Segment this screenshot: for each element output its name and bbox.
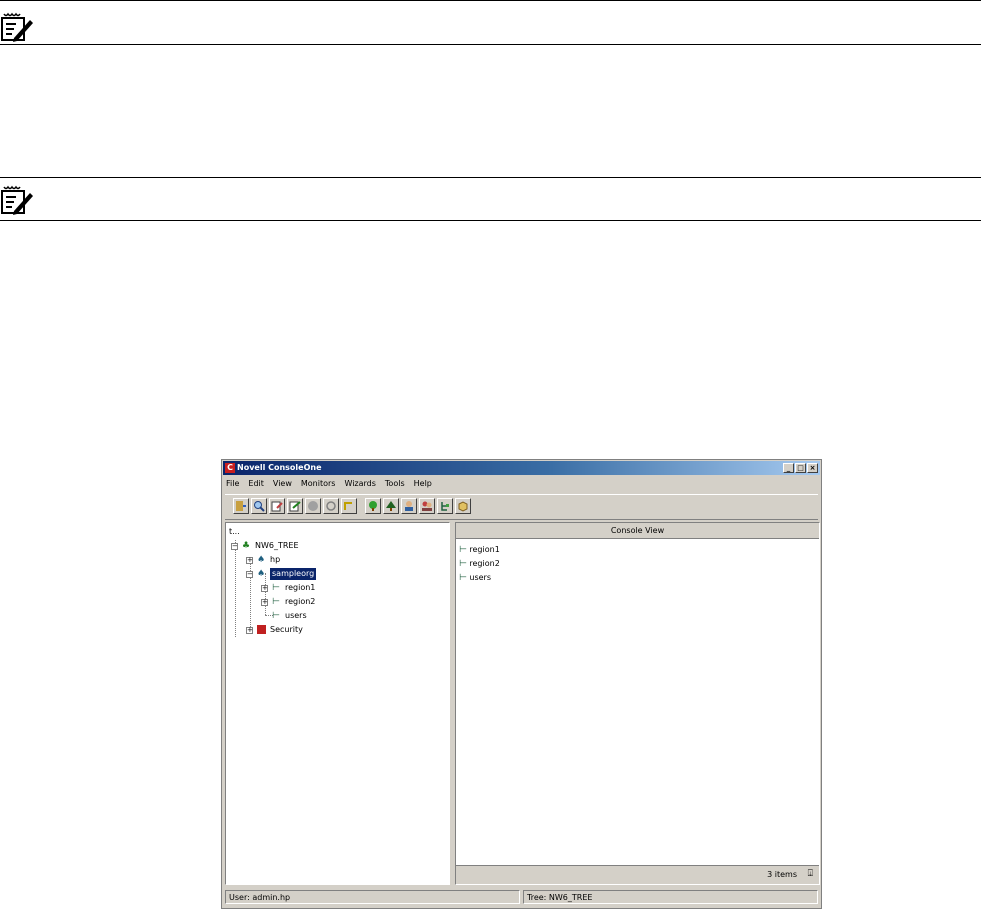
edit-button[interactable] <box>287 498 303 514</box>
ou-icon: ⊢ <box>272 597 280 607</box>
group-icon <box>422 501 432 511</box>
list-item-label: region1 <box>469 545 500 554</box>
console-view-pane: Console View ⊢ region1 ⊢ region2 ⊢ users… <box>455 522 820 885</box>
horizontal-rule <box>0 177 981 178</box>
list-item-label: users <box>469 573 492 582</box>
list-item-label: region2 <box>469 559 500 568</box>
console-view-footer: 3 items ⍗ <box>456 865 819 884</box>
user-icon <box>405 501 413 511</box>
tree-node-label: hp <box>270 555 281 564</box>
horizontal-rule <box>0 0 981 1</box>
security-icon <box>257 625 266 634</box>
ou-icon: ⊢ <box>459 559 467 569</box>
toolbar <box>225 494 818 520</box>
tree-node-label: region2 <box>285 597 316 606</box>
ou-icon: ⊢ <box>272 583 280 593</box>
note-icon <box>0 185 34 217</box>
tree-node-label: region1 <box>285 583 316 592</box>
tree-node-label: NW6_TREE <box>255 541 299 550</box>
group-button[interactable] <box>419 498 435 514</box>
menu-file[interactable]: File <box>226 477 239 491</box>
create-button[interactable] <box>365 498 381 514</box>
list-item[interactable]: ⊢ region2 <box>459 558 500 570</box>
consoleone-window: C Novell ConsoleOne _ □ × File Edit View… <box>221 459 822 909</box>
minimize-button[interactable]: _ <box>783 463 794 473</box>
window-title: Novell ConsoleOne <box>237 463 322 472</box>
user-button[interactable] <box>401 498 417 514</box>
tree-root-glyph: t... <box>229 527 240 536</box>
tree-icon: ♣ <box>242 541 251 551</box>
refresh-icon <box>326 501 336 511</box>
tree-button[interactable] <box>383 498 399 514</box>
expand-icon[interactable]: + <box>261 599 268 606</box>
close-button[interactable]: × <box>807 463 818 473</box>
up-button[interactable] <box>341 498 357 514</box>
menu-monitors[interactable]: Monitors <box>301 477 336 491</box>
find-button[interactable] <box>251 498 267 514</box>
find-icon <box>254 501 265 512</box>
ou-icon: ⊢ <box>272 611 280 621</box>
menu-wizards[interactable]: Wizards <box>344 477 375 491</box>
ou-icon: ⊢ <box>459 545 467 555</box>
item-count: 3 items <box>767 870 797 879</box>
status-user: User: admin.hp <box>225 890 520 904</box>
tree-icon <box>386 501 396 511</box>
edit-icon <box>289 501 301 512</box>
refresh-button[interactable] <box>323 498 339 514</box>
exit-button[interactable] <box>233 498 249 514</box>
list-item[interactable]: ⊢ region1 <box>459 544 500 556</box>
collapse-icon[interactable]: − <box>231 543 238 550</box>
exit-icon <box>236 501 246 511</box>
menu-tools[interactable]: Tools <box>385 477 405 491</box>
properties-icon <box>271 501 283 512</box>
tree-node-label-selected: sampleorg <box>270 568 317 580</box>
ou-icon <box>441 502 449 511</box>
stop-button[interactable] <box>305 498 321 514</box>
stop-icon <box>308 501 318 511</box>
status-bar: User: admin.hp Tree: NW6_TREE <box>225 888 818 906</box>
ou-icon: ⊢ <box>459 573 467 583</box>
horizontal-rule <box>0 220 981 221</box>
collapse-icon[interactable]: − <box>246 571 253 578</box>
menu-bar: File Edit View Monitors Wizards Tools He… <box>226 477 432 491</box>
maximize-button[interactable]: □ <box>795 463 806 473</box>
note-icon <box>0 12 34 44</box>
organization-icon: ♠ <box>257 569 266 579</box>
title-bar[interactable]: C Novell ConsoleOne _ □ × <box>223 461 820 475</box>
package-button[interactable] <box>455 498 471 514</box>
create-icon <box>369 501 377 511</box>
tree-pane[interactable]: t... − ♣ NW6_TREE + ♠ hp − ♠ sampleorg +… <box>225 522 450 885</box>
package-icon <box>458 501 468 512</box>
filter-icon[interactable]: ⍗ <box>808 869 813 879</box>
menu-help[interactable]: Help <box>414 477 432 491</box>
organization-icon: ♠ <box>257 555 266 565</box>
properties-button[interactable] <box>269 498 285 514</box>
up-icon <box>344 502 352 510</box>
expand-icon[interactable]: + <box>246 627 253 634</box>
menu-edit[interactable]: Edit <box>248 477 264 491</box>
tree-node-label: users <box>285 611 307 620</box>
expand-icon[interactable]: + <box>246 557 253 564</box>
list-item[interactable]: ⊢ users <box>459 572 491 584</box>
menu-view[interactable]: View <box>273 477 292 491</box>
expand-icon[interactable]: + <box>261 585 268 592</box>
ou-button[interactable] <box>437 498 453 514</box>
horizontal-rule <box>0 44 981 45</box>
console-view-header[interactable]: Console View <box>456 523 819 539</box>
tree-node-label: Security <box>270 625 303 634</box>
status-tree: Tree: NW6_TREE <box>523 890 818 904</box>
app-icon: C <box>225 463 235 473</box>
